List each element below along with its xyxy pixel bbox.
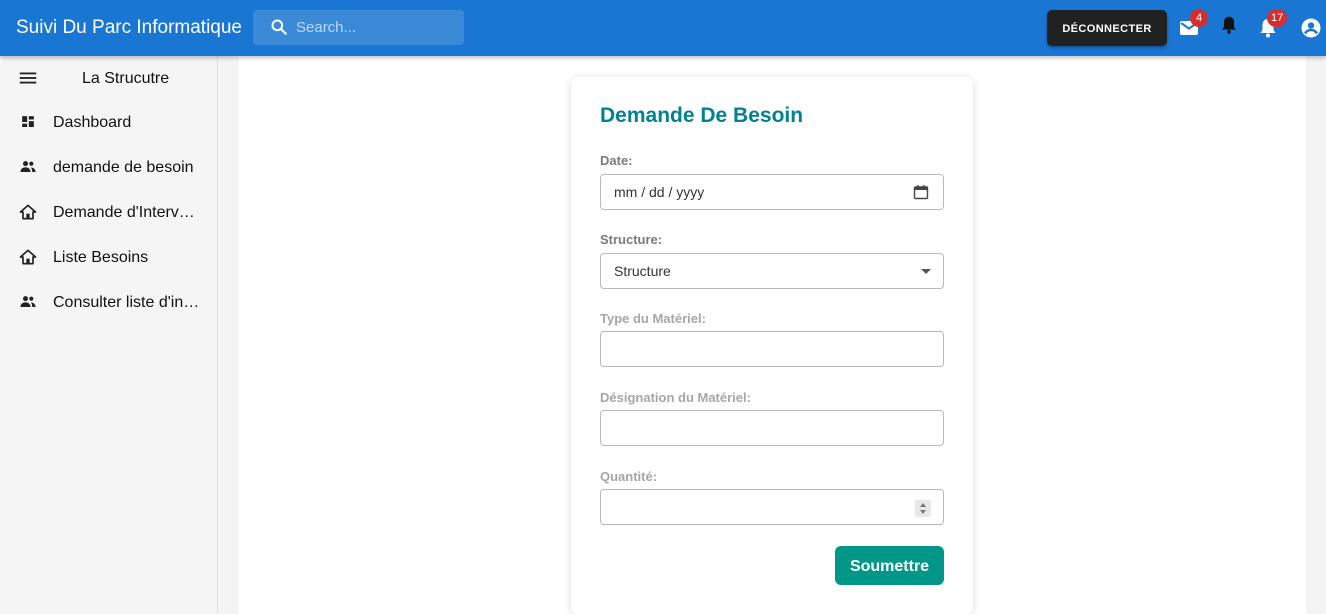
date-placeholder: mm / dd / yyyy (614, 184, 705, 200)
account-icon[interactable] (1299, 16, 1323, 40)
search-box[interactable] (253, 10, 464, 45)
app-bar: Suivi Du Parc Informatique DÉCONNECTER 4… (0, 0, 1326, 56)
dashboard-icon (22, 116, 34, 127)
app-title: Suivi Du Parc Informatique (16, 17, 242, 38)
structure-label: Structure: (600, 232, 663, 247)
home-icon (19, 204, 37, 220)
designation-input[interactable] (600, 410, 944, 446)
search-input[interactable] (296, 10, 456, 45)
type-label: Type du Matériel: (600, 311, 706, 326)
logout-button[interactable]: DÉCONNECTER (1047, 10, 1167, 46)
quantity-stepper[interactable] (600, 489, 944, 525)
search-icon (271, 19, 287, 35)
sidebar-item-label: Consulter liste d'interventions (53, 294, 203, 311)
designation-label: Désignation du Matériel: (600, 390, 751, 405)
structure-select[interactable]: Structure (600, 253, 944, 289)
notifications-badge: 17 (1267, 9, 1288, 27)
sidebar-item-liste-besoins[interactable]: Liste Besoins (0, 236, 218, 281)
sidebar-item-demande-besoin[interactable]: demande de besoin (0, 146, 218, 191)
sidebar-item-dashboard[interactable]: Dashboard (0, 101, 218, 146)
sidebar-item-demande-intervention[interactable]: Demande d'Intervention (0, 191, 218, 236)
date-label: Date: (600, 153, 633, 168)
form-card: Demande De Besoin Date: mm / dd / yyyy S… (571, 77, 973, 614)
date-input[interactable]: mm / dd / yyyy (600, 174, 944, 210)
bell-icon[interactable] (1218, 14, 1240, 36)
sidebar-title: La Strucutre (82, 70, 170, 87)
calendar-icon[interactable] (913, 184, 929, 200)
quantity-label: Quantité: (600, 469, 658, 484)
structure-value: Structure (614, 263, 671, 279)
sidebar-item-consulter-interventions[interactable]: Consulter liste d'interventions (0, 281, 218, 326)
sidebar-item-label: Dashboard (53, 114, 132, 131)
people-icon (20, 161, 36, 172)
menu-icon[interactable] (17, 67, 39, 89)
stepper-arrows-icon[interactable] (915, 500, 931, 517)
form-title: Demande De Besoin (600, 104, 804, 127)
mail-badge: 4 (1190, 9, 1208, 27)
sidebar-header: La Strucutre (0, 56, 218, 102)
type-input[interactable] (600, 331, 944, 367)
sidebar: La Strucutre Dashboard demande de besoin… (0, 56, 218, 614)
people-icon (20, 296, 36, 307)
sidebar-item-label: Demande d'Intervention (53, 204, 203, 221)
sidebar-item-label: Liste Besoins (53, 249, 149, 266)
home-icon (19, 249, 37, 265)
sidebar-item-label: demande de besoin (53, 159, 194, 176)
chevron-down-icon (921, 269, 931, 274)
submit-button[interactable]: Soumettre (835, 546, 944, 585)
